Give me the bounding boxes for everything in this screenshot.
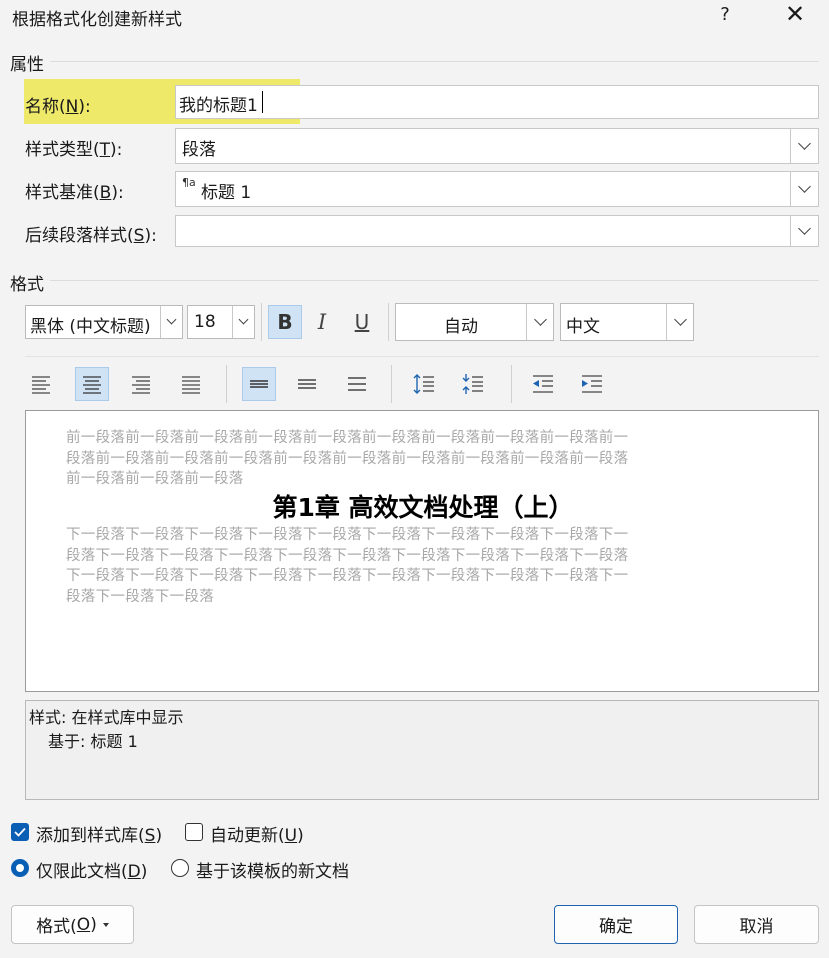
toolbar-separator (391, 365, 392, 403)
font-family-select[interactable]: 黑体 (中文标题) (25, 305, 183, 339)
text-cursor (262, 91, 263, 113)
preceding-paragraph-text: 前一段落前一段落前一段落前一段落前一段落前一段落前一段落前一段落前一段落前一 段… (66, 430, 629, 487)
add-to-gallery-label[interactable]: 添加到样式库(S) (36, 821, 162, 846)
font-size-value: 18 (194, 312, 216, 332)
double-spacing-icon[interactable] (340, 367, 374, 401)
toolbar-separator (511, 365, 512, 403)
chevron-down-icon[interactable] (790, 129, 818, 163)
chevron-down-icon[interactable] (666, 304, 693, 340)
name-field[interactable]: 我的标题1 (175, 85, 819, 119)
auto-update-checkbox[interactable] (185, 823, 203, 841)
chevron-down-icon[interactable] (526, 304, 553, 340)
chevron-down-icon[interactable] (790, 172, 818, 206)
checkmark-icon (14, 827, 26, 837)
add-to-gallery-checkbox[interactable] (11, 823, 29, 841)
increase-paragraph-spacing-icon[interactable] (407, 367, 441, 401)
underline-button[interactable]: U (345, 305, 379, 339)
font-size-select[interactable]: 18 (187, 305, 255, 339)
description-line-2: 基于: 标题 1 (48, 732, 138, 751)
increase-indent-icon[interactable] (575, 367, 609, 401)
justify-icon[interactable] (174, 367, 208, 401)
only-this-document-radio[interactable] (11, 859, 29, 877)
font-color-select[interactable]: 自动 (395, 303, 554, 341)
style-based-label: 样式基准(B): (25, 183, 124, 203)
toolbar-separator (388, 303, 389, 341)
single-spacing-icon[interactable] (242, 367, 276, 401)
format-menu-button[interactable]: 格式(O) (11, 905, 134, 944)
close-icon[interactable]: ✕ (775, 0, 815, 30)
style-description: 样式: 在样式库中显示 基于: 标题 1 (25, 700, 819, 800)
bold-button[interactable]: B (268, 305, 302, 339)
chevron-down-icon[interactable] (232, 306, 254, 338)
language-value: 中文 (566, 317, 600, 337)
one-half-spacing-icon[interactable] (290, 367, 324, 401)
style-type-select[interactable]: 段落 (175, 128, 819, 164)
style-based-select[interactable]: ¶a 标题 1 (175, 171, 819, 207)
name-input-value: 我的标题1 (179, 96, 258, 116)
toolbar-separator (226, 365, 227, 403)
help-button[interactable]: ? (708, 0, 742, 30)
language-select[interactable]: 中文 (560, 303, 694, 341)
decrease-indent-icon[interactable] (526, 367, 560, 401)
font-color-value: 自动 (444, 317, 478, 337)
decrease-paragraph-spacing-icon[interactable] (456, 367, 490, 401)
toolbar-divider (25, 356, 819, 357)
template-documents-radio[interactable] (171, 859, 189, 877)
style-type-value: 段落 (182, 140, 216, 160)
align-left-icon[interactable] (24, 367, 58, 401)
following-style-select[interactable] (175, 215, 819, 247)
style-preview: 前一段落前一段落前一段落前一段落前一段落前一段落前一段落前一段落前一段落前一 段… (25, 410, 819, 692)
align-center-icon[interactable] (75, 367, 109, 401)
chevron-down-icon[interactable] (160, 306, 182, 338)
dialog-title: 根据格式化创建新样式 (12, 10, 182, 30)
chevron-down-icon[interactable] (790, 216, 818, 246)
toolbar-separator (261, 303, 262, 341)
italic-button[interactable]: I (305, 305, 339, 339)
dropdown-caret-icon (102, 922, 109, 927)
preview-heading: 第1章 高效文档处理（上） (272, 493, 574, 522)
ok-button[interactable]: 确定 (554, 905, 678, 944)
description-line-1: 样式: 在样式库中显示 (29, 708, 184, 727)
format-section-title: 格式 (10, 275, 44, 295)
cancel-button[interactable]: 取消 (694, 905, 819, 944)
style-based-value: 标题 1 (201, 183, 252, 203)
following-paragraph-text: 下一段落下一段落下一段落下一段落下一段落下一段落下一段落下一段落下一段落下一 段… (66, 527, 629, 605)
properties-section-title: 属性 (10, 55, 44, 75)
font-family-value: 黑体 (中文标题) (30, 317, 151, 337)
properties-divider (50, 61, 819, 62)
align-right-icon[interactable] (124, 367, 158, 401)
template-documents-label[interactable]: 基于该模板的新文档 (196, 857, 349, 882)
name-label: 名称(N): (25, 97, 91, 117)
following-style-label: 后续段落样式(S): (25, 226, 157, 246)
auto-update-label[interactable]: 自动更新(U) (210, 821, 304, 846)
style-type-label: 样式类型(T): (25, 140, 123, 160)
only-this-document-label[interactable]: 仅限此文档(D) (36, 857, 147, 882)
format-divider (50, 280, 819, 281)
paragraph-style-icon: ¶a (182, 176, 196, 189)
